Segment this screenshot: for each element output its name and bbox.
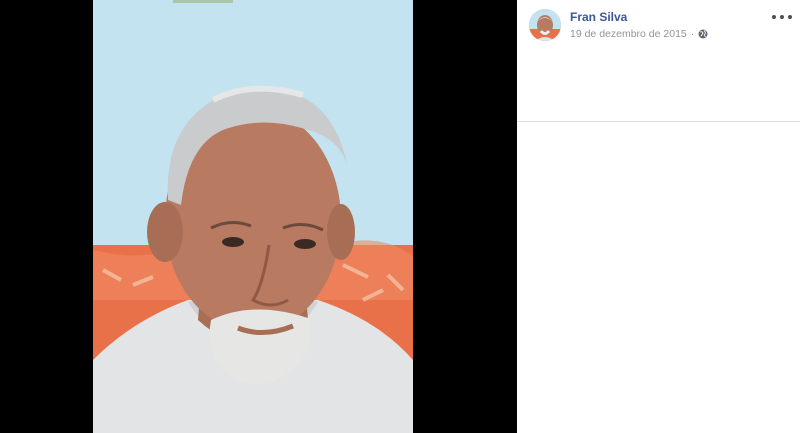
globe-icon[interactable] [698, 29, 708, 39]
author-name-link[interactable]: Fran Silva [570, 10, 627, 24]
post-photo[interactable] [93, 0, 413, 433]
avatar-image [529, 9, 561, 41]
more-options-icon[interactable] [772, 10, 792, 24]
avatar[interactable] [529, 9, 561, 41]
meta-separator: · [690, 28, 695, 40]
post-side-panel: Fran Silva 19 de dezembro de 2015 · [517, 0, 800, 433]
post-date-link[interactable]: 19 de dezembro de 2015 [570, 28, 687, 40]
dot [788, 15, 792, 19]
portrait-image [93, 0, 413, 433]
post-meta: 19 de dezembro de 2015 · [570, 28, 708, 40]
dot [780, 15, 784, 19]
post-header: Fran Silva 19 de dezembro de 2015 · [517, 0, 800, 122]
dot [772, 15, 776, 19]
photo-viewer [0, 0, 517, 433]
